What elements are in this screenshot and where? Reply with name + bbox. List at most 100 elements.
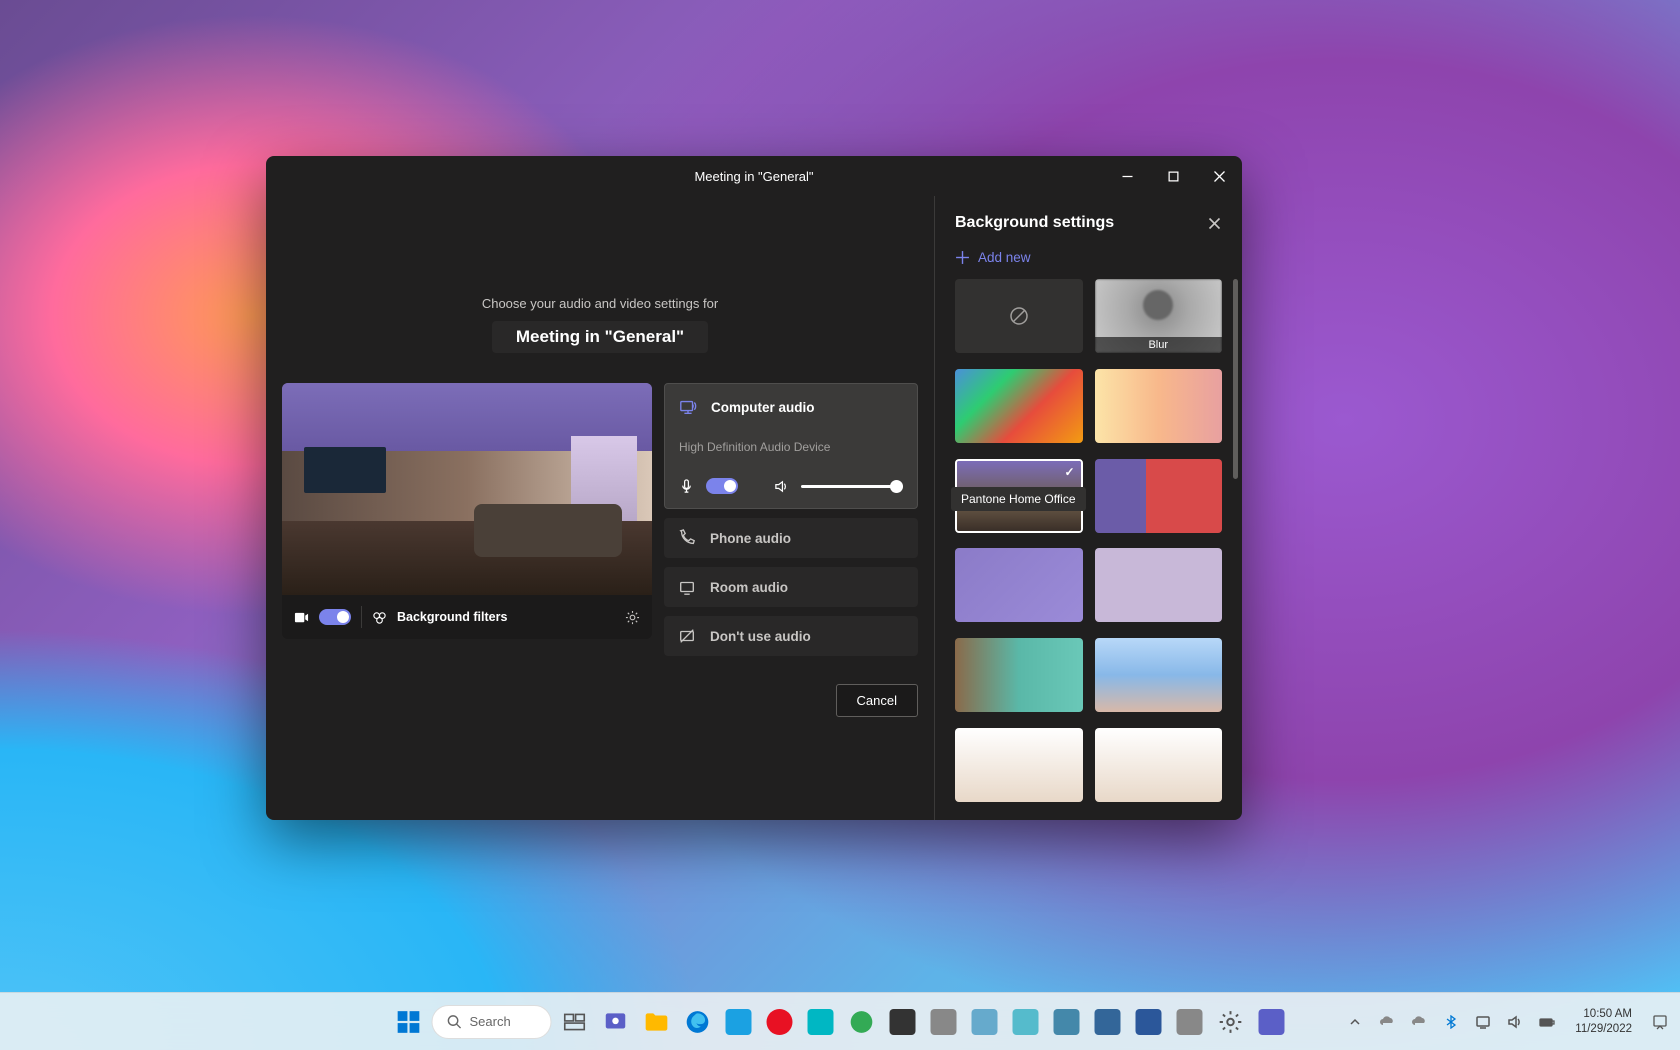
taskbar-app-3[interactable] (803, 1004, 839, 1040)
teams-prejoin-window: Meeting in "General" Choose your audio a… (266, 156, 1242, 820)
room-audio-label: Room audio (710, 580, 788, 595)
taskbar-app-teams[interactable] (1254, 1004, 1290, 1040)
taskbar-app-settings[interactable] (1213, 1004, 1249, 1040)
video-column: Background filters (282, 383, 652, 656)
bg-tile-tooltip: Pantone Home Office (951, 487, 1086, 511)
blur-label: Blur (1095, 337, 1223, 353)
tray-cloud-icon[interactable] (1409, 1012, 1429, 1032)
panel-scrollbar[interactable] (1233, 279, 1238, 479)
plus-icon (955, 250, 970, 265)
taskbar-clock[interactable]: 10:50 AM 11/29/2022 (1569, 1007, 1638, 1037)
add-new-background-button[interactable]: Add new (935, 250, 1242, 279)
computer-audio-label: Computer audio (711, 400, 815, 415)
microphone-icon (679, 479, 694, 494)
bg-tile-office1[interactable] (955, 638, 1083, 712)
bg-tile-pantone-board[interactable] (1095, 548, 1223, 622)
tray-bluetooth-icon[interactable] (1441, 1012, 1461, 1032)
no-audio-icon (678, 627, 696, 645)
taskbar-app-8[interactable] (1172, 1004, 1208, 1040)
window-body: Choose your audio and video settings for… (266, 196, 1242, 820)
volume-slider[interactable] (801, 485, 903, 488)
av-settings-row: Background filters Computer audio High D… (282, 383, 918, 656)
taskbar: Search (0, 992, 1680, 1050)
video-controls-bar: Background filters (282, 595, 652, 639)
taskbar-app-explorer[interactable] (639, 1004, 675, 1040)
cancel-button[interactable]: Cancel (836, 684, 918, 717)
video-preview (282, 383, 652, 595)
window-controls (1104, 156, 1242, 196)
video-settings-button[interactable] (625, 610, 640, 625)
search-icon (447, 1014, 462, 1029)
audio-option-computer[interactable]: Computer audio High Definition Audio Dev… (664, 383, 918, 509)
bg-tile-pantone-purple[interactable] (955, 548, 1083, 622)
close-button[interactable] (1196, 156, 1242, 196)
audio-option-phone[interactable]: Phone audio (664, 518, 918, 558)
tray-onedrive-icon[interactable] (1377, 1012, 1397, 1032)
clock-date: 11/29/2022 (1575, 1022, 1632, 1037)
panel-header: Background settings (935, 196, 1242, 250)
phone-audio-label: Phone audio (710, 531, 791, 546)
taskbar-app-6[interactable] (1049, 1004, 1085, 1040)
camera-icon (294, 610, 309, 625)
audio-option-none[interactable]: Don't use audio (664, 616, 918, 656)
taskbar-search[interactable]: Search (432, 1005, 552, 1039)
taskbar-app-7[interactable] (1090, 1004, 1126, 1040)
filters-icon (372, 610, 387, 625)
titlebar: Meeting in "General" (266, 156, 1242, 196)
maximize-button[interactable] (1150, 156, 1196, 196)
bg-tile-office3[interactable] (955, 728, 1083, 802)
audio-column: Computer audio High Definition Audio Dev… (664, 383, 918, 656)
meeting-name-box[interactable]: Meeting in "General" (492, 321, 708, 353)
minimize-button[interactable] (1104, 156, 1150, 196)
taskbar-app-2[interactable] (762, 1004, 798, 1040)
camera-toggle[interactable] (319, 609, 351, 625)
choose-prompt: Choose your audio and video settings for (482, 296, 718, 311)
add-new-label: Add new (978, 250, 1031, 265)
desktop: Meeting in "General" Choose your audio a… (0, 0, 1680, 1050)
taskbar-app-1[interactable] (721, 1004, 757, 1040)
audio-option-room[interactable]: Room audio (664, 567, 918, 607)
audio-device-name: High Definition Audio Device (679, 440, 903, 454)
tray-battery-icon[interactable] (1537, 1012, 1557, 1032)
microphone-toggle[interactable] (706, 478, 738, 494)
background-settings-panel: Background settings Add new Blur (934, 196, 1242, 820)
taskbar-app-edge[interactable] (680, 1004, 716, 1040)
bg-tile-none[interactable] (955, 279, 1083, 353)
bg-tile-office4[interactable] (1095, 728, 1223, 802)
taskbar-app-chat[interactable] (598, 1004, 634, 1040)
tray-chevron-icon[interactable] (1345, 1012, 1365, 1032)
meeting-name: Meeting in "General" (516, 327, 684, 347)
taskbar-center: Search (391, 1004, 1290, 1040)
none-icon (1009, 306, 1029, 326)
task-view-button[interactable] (557, 1004, 593, 1040)
main-area: Choose your audio and video settings for… (266, 196, 934, 820)
system-tray: 10:50 AM 11/29/2022 (1345, 1007, 1670, 1037)
taskbar-app-4[interactable] (926, 1004, 962, 1040)
speaker-icon (774, 479, 789, 494)
start-button[interactable] (391, 1004, 427, 1040)
background-grid[interactable]: Blur Pantone Home Office (935, 279, 1242, 820)
tray-volume-icon[interactable] (1505, 1012, 1525, 1032)
taskbar-app-word[interactable] (1131, 1004, 1167, 1040)
bg-tile-office2[interactable] (1095, 638, 1223, 712)
taskbar-app-terminal[interactable] (885, 1004, 921, 1040)
tray-notifications-icon[interactable] (1650, 1012, 1670, 1032)
room-icon (678, 578, 696, 596)
action-buttons: Cancel (282, 684, 918, 717)
bg-tile-blur[interactable]: Blur (1095, 279, 1223, 353)
bg-tile-pantone-shelf[interactable] (1095, 459, 1223, 533)
taskbar-app-5[interactable] (967, 1004, 1003, 1040)
tray-network-icon[interactable] (1473, 1012, 1493, 1032)
taskbar-app-edge2[interactable] (844, 1004, 880, 1040)
video-background-applied (282, 383, 652, 595)
panel-title: Background settings (955, 214, 1114, 232)
window-title: Meeting in "General" (694, 169, 813, 184)
no-audio-label: Don't use audio (710, 629, 811, 644)
background-filters-button[interactable]: Background filters (397, 610, 507, 624)
close-panel-button[interactable] (1207, 216, 1222, 231)
taskbar-app-notepad[interactable] (1008, 1004, 1044, 1040)
search-placeholder: Search (470, 1014, 511, 1029)
bg-tile-abstract1[interactable] (955, 369, 1083, 443)
bg-tile-abstract2[interactable] (1095, 369, 1223, 443)
clock-time: 10:50 AM (1575, 1007, 1632, 1022)
